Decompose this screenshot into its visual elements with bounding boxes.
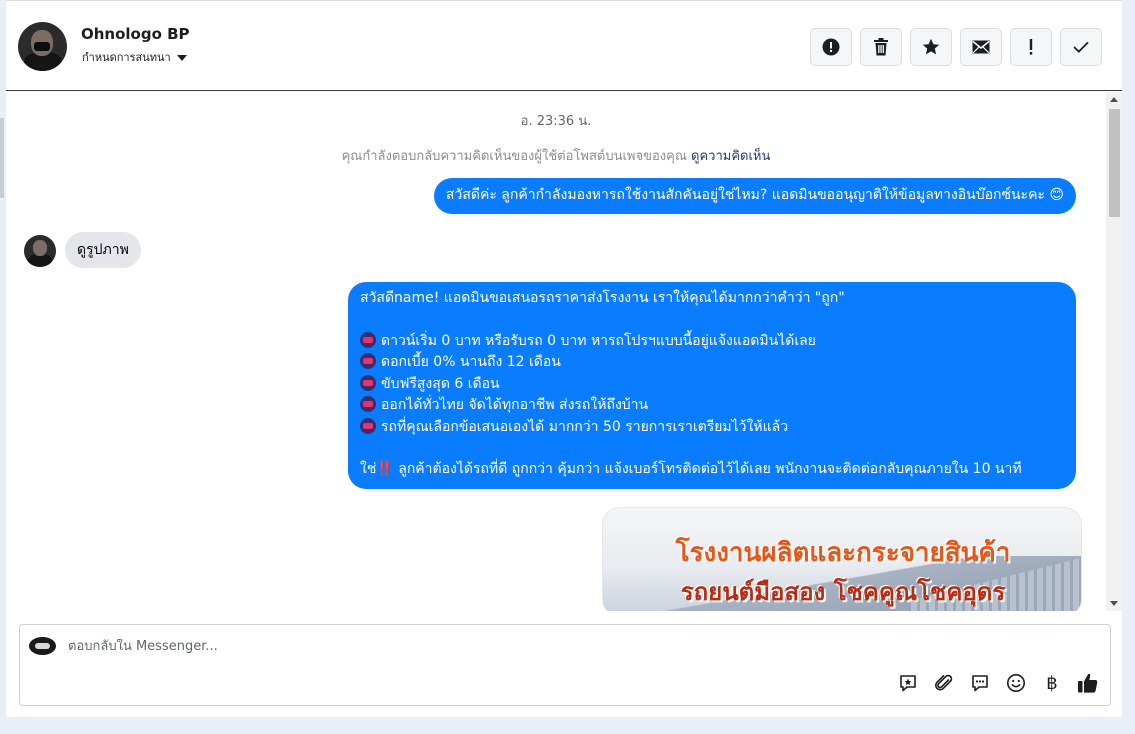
reply-composer: ฿	[19, 624, 1111, 706]
offer-intro: สวัสดีname! แอดมินขอเสนอรถราคาส่งโรงงาน …	[360, 290, 845, 306]
report-button[interactable]	[810, 28, 852, 66]
car-emoji-icon	[360, 331, 376, 348]
message-thread[interactable]: อ. 23:36 น. คุณกำลังตอบกลับความคิดเห็นขอ…	[6, 92, 1106, 611]
car-emoji-icon	[360, 417, 376, 434]
thread-scrollbar[interactable]	[1106, 92, 1122, 611]
alert-circle-icon	[822, 38, 840, 56]
reply-input[interactable]	[68, 639, 668, 654]
thread-scroll-thumb[interactable]	[1109, 109, 1120, 217]
quick-reply-button[interactable]	[968, 671, 992, 695]
mark-important-button[interactable]	[1010, 28, 1052, 66]
reply-context-text: คุณกำลังตอบกลับความคิดเห็นของผู้ใช้ต่อโพ…	[341, 149, 687, 164]
caret-down-icon	[176, 55, 187, 61]
offer-item: รถที่คุณเลือกข้อเสนอเองได้ มากกว่า 50 รา…	[360, 417, 1064, 439]
star-button[interactable]	[910, 28, 952, 66]
reply-context: คุณกำลังตอบกลับความคิดเห็นของผู้ใช้ต่อโพ…	[6, 145, 1106, 166]
outgoing-image-attachment[interactable]: โรงงานผลิตและกระจายสินค้า รถยนต์มือสอง โ…	[602, 507, 1082, 611]
conversation-header: Ohnologo BP กำหนดการสนทนา	[6, 1, 1122, 91]
header-actions	[810, 28, 1102, 66]
offer-outro: ใช่‼️ ลูกค้าต้องได้รถที่ดี ถูกกว่า คุ้มก…	[360, 461, 1022, 477]
page-avatar	[29, 637, 56, 655]
smiley-icon	[1007, 674, 1025, 692]
attach-file-button[interactable]	[932, 671, 956, 695]
star-icon	[922, 38, 940, 55]
baht-icon: ฿	[1046, 672, 1058, 694]
view-comment-link[interactable]: ดูความคิดเห็น	[691, 149, 770, 164]
conversation-schedule-dropdown[interactable]: กำหนดการสนทนา	[82, 48, 187, 66]
chat-bubble-icon	[972, 675, 988, 692]
incoming-message[interactable]: ดูรูปภาพ	[65, 232, 141, 268]
message-timestamp: อ. 23:36 น.	[520, 114, 592, 129]
inbox-conversation-window: Ohnologo BP กำหนดการสนทนา อ. 23:36 น. คุ…	[6, 0, 1122, 717]
mark-done-button[interactable]	[1060, 28, 1102, 66]
envelope-icon	[972, 40, 990, 54]
trash-icon	[874, 38, 888, 56]
scroll-down-arrow-icon[interactable]	[1110, 601, 1118, 606]
exclamation-icon	[1029, 39, 1033, 55]
schedule-label: กำหนดการสนทนา	[82, 51, 171, 64]
composer-tools: ฿	[896, 671, 1100, 695]
payment-button[interactable]: ฿	[1040, 671, 1064, 695]
image-caption-line2: รถยนต์มือสอง โชคคูณโชคอุดร	[680, 578, 1006, 606]
contact-name[interactable]: Ohnologo BP	[81, 25, 190, 43]
like-button[interactable]	[1076, 671, 1100, 695]
emoji-button[interactable]	[1004, 671, 1028, 695]
mail-button[interactable]	[960, 28, 1002, 66]
car-emoji-icon	[360, 353, 376, 369]
offer-item: ดอกเบี้ย 0% นานถึง 12 เดือน	[360, 352, 1064, 374]
saved-reply-icon	[900, 675, 916, 692]
delete-button[interactable]	[860, 28, 902, 66]
double-exclamation-icon: ‼️	[376, 461, 394, 477]
car-emoji-icon	[360, 396, 376, 412]
offer-item: ดาวน์เริ่ม 0 บาท หรือรับรถ 0 บาท หารถโปร…	[360, 331, 1064, 353]
image-caption-line1: โรงงานผลิตและกระจายสินค้า	[675, 538, 1011, 568]
thumbs-up-icon	[1078, 673, 1098, 693]
offer-item: ออกได้ทั่วไทย จัดได้ทุกอาชีพ ส่งรถให้ถึง…	[360, 395, 1064, 417]
scroll-up-arrow-icon[interactable]	[1110, 97, 1118, 102]
outgoing-message-offer[interactable]: สวัสดีname! แอดมินขอเสนอรถราคาส่งโรงงาน …	[348, 282, 1076, 489]
outgoing-message[interactable]: สวัสดีค่ะ ลูกค้ากำลังมองหารถใช้งานสักคัน…	[433, 178, 1076, 214]
offer-item: ขับฟรีสูงสุด 6 เดือน	[360, 374, 1064, 396]
car-emoji-icon	[360, 374, 376, 391]
contact-avatar[interactable]	[18, 22, 67, 71]
paperclip-icon	[934, 674, 953, 691]
sender-avatar[interactable]	[24, 235, 56, 267]
saved-reply-button[interactable]	[896, 671, 920, 695]
check-icon	[1073, 41, 1089, 53]
outer-scroll-thumb[interactable]	[0, 118, 4, 198]
